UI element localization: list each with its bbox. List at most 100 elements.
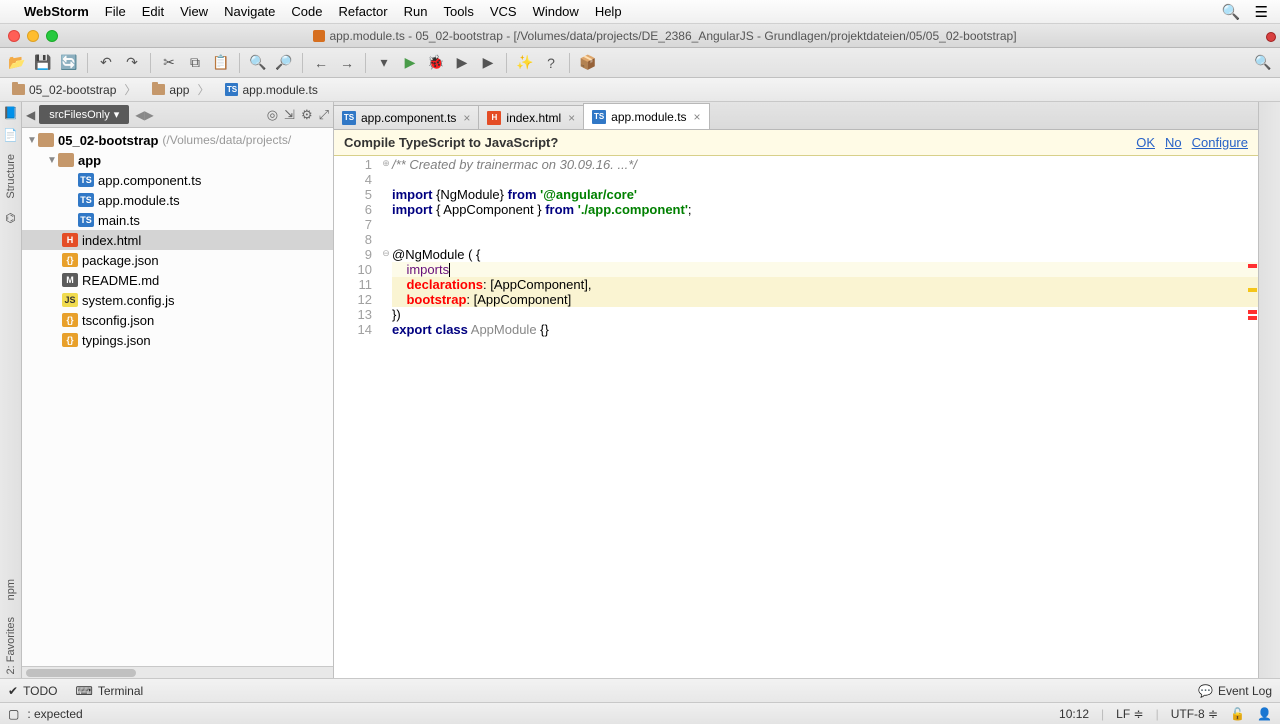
tree-index-html[interactable]: Hindex.html	[22, 230, 333, 250]
notification-ok[interactable]: OK	[1136, 135, 1155, 150]
help-icon[interactable]: ?	[540, 52, 562, 74]
menu-window[interactable]: Window	[533, 4, 579, 19]
breadcrumb-project[interactable]: 05_02-bootstrap〉	[4, 79, 144, 100]
event-log-toolwindow[interactable]: 💬Event Log	[1198, 684, 1272, 698]
refresh-icon[interactable]: 🔄	[58, 52, 80, 74]
status-encoding[interactable]: UTF-8 ≑	[1171, 707, 1218, 721]
window-minimize-button[interactable]	[27, 30, 39, 42]
status-position[interactable]: 10:12	[1059, 707, 1089, 721]
status-bar: ▢ : expected 10:12 | LF ≑ | UTF-8 ≑ 🔓 👤	[0, 702, 1280, 724]
favorites-tab[interactable]: 2: Favorites	[3, 613, 19, 678]
project-scrollbar-x[interactable]	[22, 666, 333, 678]
stop-icon[interactable]: ▶	[477, 52, 499, 74]
json-file-icon: {}	[62, 333, 78, 347]
debug-icon[interactable]: 🐞	[425, 52, 447, 74]
tree-main-ts[interactable]: TSmain.ts	[22, 210, 333, 230]
scope-nav-left-icon[interactable]: ◀	[135, 108, 144, 122]
hector-icon[interactable]: 👤	[1257, 707, 1272, 721]
tool-window-toggle-icon[interactable]: ▢	[8, 707, 19, 721]
todo-toolwindow[interactable]: ✔TODO	[8, 684, 58, 698]
ts-file-icon: TS	[78, 193, 94, 207]
tree-app-module[interactable]: TSapp.module.ts	[22, 190, 333, 210]
project-panel: ◀ srcFilesOnly ▾ ◀ ▶ ◎ ⇲ ⚙ ⤢ ▼ 05_02-boo…	[22, 102, 334, 678]
tree-system-config[interactable]: JSsystem.config.js	[22, 290, 333, 310]
tree-app-folder[interactable]: ▼ app	[22, 150, 333, 170]
scope-selector[interactable]: srcFilesOnly ▾	[39, 105, 129, 124]
fold-gutter[interactable]: ⊕⊖	[380, 156, 392, 678]
save-icon[interactable]: 💾	[32, 52, 54, 74]
undo-icon[interactable]: ↶	[95, 52, 117, 74]
tree-tsconfig[interactable]: {}tsconfig.json	[22, 310, 333, 330]
tree-root[interactable]: ▼ 05_02-bootstrap(/Volumes/data/projects…	[22, 130, 333, 150]
wand-icon[interactable]: ✨	[514, 52, 536, 74]
event-log-icon: 💬	[1198, 684, 1213, 698]
notification-no[interactable]: No	[1165, 135, 1182, 150]
tree-app-component[interactable]: TSapp.component.ts	[22, 170, 333, 190]
paste-icon[interactable]: 📋	[210, 52, 232, 74]
open-icon[interactable]: 📂	[6, 52, 28, 74]
copy-icon[interactable]: ⧉	[184, 52, 206, 74]
project-tool-icon-alt[interactable]: 📄	[3, 128, 18, 142]
error-indicator-icon[interactable]	[1266, 32, 1276, 42]
status-message: : expected	[27, 707, 82, 721]
find-icon[interactable]: 🔍	[247, 52, 269, 74]
terminal-toolwindow[interactable]: ⌨Terminal	[76, 684, 144, 698]
build-icon[interactable]: ▾	[373, 52, 395, 74]
forward-icon[interactable]: →	[336, 52, 358, 74]
tree-readme[interactable]: MREADME.md	[22, 270, 333, 290]
html-file-icon: H	[487, 111, 501, 125]
structure-tab[interactable]: Structure	[3, 150, 19, 203]
spotlight-icon[interactable]: 🔍	[1222, 3, 1241, 21]
replace-icon[interactable]: 🔎	[273, 52, 295, 74]
menu-code[interactable]: Code	[291, 4, 322, 19]
menu-edit[interactable]: Edit	[142, 4, 164, 19]
close-icon[interactable]: ×	[463, 111, 470, 125]
back-icon[interactable]: ←	[310, 52, 332, 74]
breadcrumb-file[interactable]: TSapp.module.ts	[217, 81, 325, 99]
project-tool-icon[interactable]: 📘	[3, 106, 18, 120]
tree-package-json[interactable]: {}package.json	[22, 250, 333, 270]
locate-icon[interactable]: ◎	[267, 107, 278, 123]
tree-typings[interactable]: {}typings.json	[22, 330, 333, 350]
breadcrumb-folder[interactable]: app〉	[144, 79, 217, 100]
run-icon[interactable]: ▶	[399, 52, 421, 74]
window-close-button[interactable]	[8, 30, 20, 42]
collapse-icon[interactable]: ⇲	[284, 107, 295, 123]
lock-icon[interactable]: 🔓	[1230, 707, 1245, 721]
menu-navigate[interactable]: Navigate	[224, 4, 275, 19]
close-icon[interactable]: ×	[694, 110, 701, 124]
npm-tab[interactable]: npm	[3, 575, 19, 604]
menu-list-icon[interactable]: ☰	[1255, 3, 1268, 21]
hide-icon[interactable]: ⤢	[319, 107, 329, 123]
menu-refactor[interactable]: Refactor	[338, 4, 387, 19]
menu-vcs[interactable]: VCS	[490, 4, 517, 19]
search-everywhere-icon[interactable]: 🔍	[1252, 52, 1274, 74]
menu-tools[interactable]: Tools	[443, 4, 473, 19]
redo-icon[interactable]: ↷	[121, 52, 143, 74]
coverage-icon[interactable]: ▶	[451, 52, 473, 74]
npm-scripts-icon[interactable]: 📦	[577, 52, 599, 74]
tab-app-component[interactable]: TSapp.component.ts×	[333, 105, 479, 129]
menu-help[interactable]: Help	[595, 4, 622, 19]
tab-index-html[interactable]: Hindex.html×	[478, 105, 584, 129]
scope-nav-right-icon[interactable]: ▶	[145, 108, 154, 122]
code-editor[interactable]: 1 4 5 6 7 8 9 10 11 12 13 14 ⊕⊖ /** Crea…	[334, 156, 1258, 678]
error-stripe[interactable]	[1246, 156, 1258, 678]
menu-run[interactable]: Run	[404, 4, 428, 19]
menu-view[interactable]: View	[180, 4, 208, 19]
menu-file[interactable]: File	[105, 4, 126, 19]
window-zoom-button[interactable]	[46, 30, 58, 42]
status-line-sep[interactable]: LF ≑	[1116, 707, 1143, 721]
json-file-icon: {}	[62, 253, 78, 267]
close-icon[interactable]: ×	[568, 111, 575, 125]
settings-gear-icon[interactable]: ⚙	[301, 107, 313, 123]
folder-icon	[152, 84, 165, 95]
project-arrow-icon[interactable]: ◀	[26, 108, 35, 122]
code-content[interactable]: /** Created by trainermac on 30.09.16. .…	[392, 156, 1258, 678]
cut-icon[interactable]: ✂	[158, 52, 180, 74]
tab-app-module[interactable]: TSapp.module.ts×	[583, 103, 709, 129]
structure-icon[interactable]: ⌬	[5, 211, 15, 225]
notification-configure[interactable]: Configure	[1192, 135, 1248, 150]
html-file-icon: H	[62, 233, 78, 247]
project-tree[interactable]: ▼ 05_02-bootstrap(/Volumes/data/projects…	[22, 128, 333, 666]
